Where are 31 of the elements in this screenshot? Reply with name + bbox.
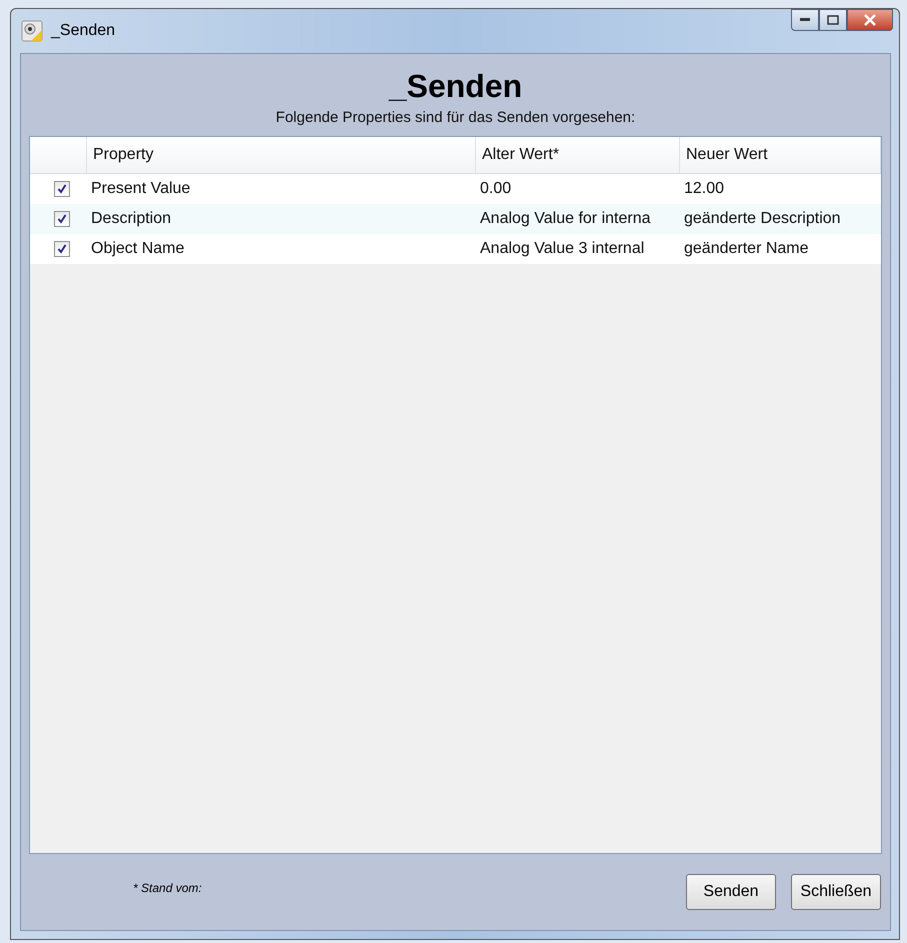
column-header[interactable]: Neuer Wert	[680, 137, 881, 173]
table-cell-text: Description	[90, 210, 172, 228]
table-cell-text: geänderte Description	[683, 210, 842, 228]
checkmark-icon	[57, 184, 67, 194]
checkbox[interactable]	[54, 181, 70, 197]
dialog-subtitle: Folgende Properties sind für das Senden vorgesehen:	[276, 109, 636, 126]
app-icon	[21, 20, 43, 42]
table-cell-text: geänderter Name	[683, 240, 810, 258]
column-header[interactable]: Alter Wert*	[476, 137, 680, 173]
send-button[interactable]: Senden	[686, 874, 776, 910]
table-cell-text: 0.00	[479, 180, 512, 198]
minimize-icon	[800, 18, 810, 22]
table-cell-text: Present Value	[90, 180, 192, 198]
checkmark-icon	[57, 244, 67, 254]
table-cell-text: Analog Value for interna	[479, 210, 652, 228]
maximize-icon	[827, 15, 839, 25]
table-cell-text: Object Name	[90, 240, 186, 258]
checkbox[interactable]	[54, 241, 70, 257]
column-header[interactable]: Property	[87, 137, 476, 173]
footnote: * Stand vom:	[133, 881, 203, 895]
close-icon	[863, 14, 877, 26]
dialog-heading: _Senden	[388, 68, 522, 105]
checkbox[interactable]	[54, 211, 70, 227]
checkmark-icon	[57, 214, 67, 224]
close-button[interactable]	[847, 9, 893, 31]
window-title: _Senden	[51, 22, 116, 40]
maximize-button[interactable]	[819, 9, 847, 31]
minimize-button[interactable]	[791, 9, 819, 31]
table-cell-text: 12.00	[683, 180, 726, 198]
close-dialog-button[interactable]: Schließen	[791, 874, 881, 910]
table-cell-text: Analog Value 3 internal	[479, 240, 646, 258]
